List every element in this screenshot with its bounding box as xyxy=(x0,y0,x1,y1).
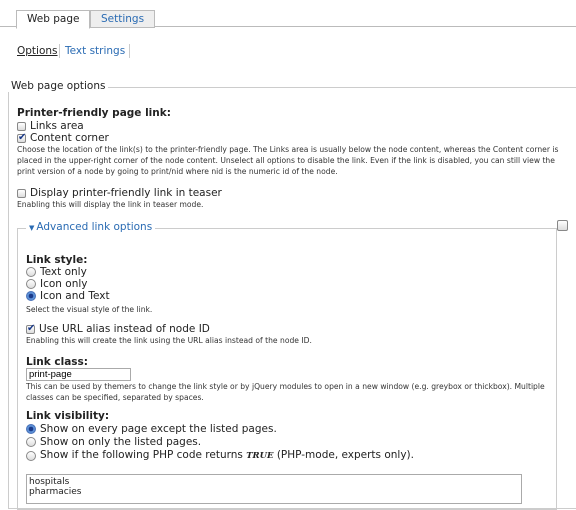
option-show-php[interactable]: Show if the following PHP code returns T… xyxy=(26,449,414,462)
links-area-checkbox[interactable] xyxy=(17,121,26,131)
url-alias-label: Use URL alias instead of node ID xyxy=(39,323,210,335)
teaser-description: Enabling this will display the link in t… xyxy=(17,200,204,209)
printer-link-label: Printer-friendly page link: xyxy=(17,107,171,119)
tab-web-page[interactable]: Web page xyxy=(16,10,91,29)
tab-settings[interactable]: Settings xyxy=(90,10,156,28)
subtab-options[interactable]: Options xyxy=(17,44,58,58)
option-teaser[interactable]: Display printer-friendly link in teaser xyxy=(17,187,222,199)
pages-textarea[interactable]: hospitals pharmacies xyxy=(26,474,522,504)
icon-and-text-label: Icon and Text xyxy=(40,290,110,302)
subtab-separator xyxy=(59,44,60,58)
php-true-code: TRUE xyxy=(246,451,274,461)
link-style-description: Select the visual style of the link. xyxy=(26,305,153,314)
option-content-corner[interactable]: Content corner xyxy=(17,132,109,144)
description-line: placed in the upper-right corner of the … xyxy=(17,156,555,165)
description-line: Choose the location of the link(s) to th… xyxy=(17,145,559,154)
textarea-line: hospitals xyxy=(29,477,70,487)
link-class-description: This can be used by themers to change th… xyxy=(26,381,566,403)
show-only-listed-label: Show on only the listed pages. xyxy=(40,436,202,448)
description-line: classes can be specified, separated by s… xyxy=(26,393,204,402)
text-only-label: Text only xyxy=(40,266,87,278)
show-except-listed-label: Show on every page except the listed pag… xyxy=(40,423,277,435)
content-corner-checkbox[interactable] xyxy=(17,132,26,144)
icon-only-radio[interactable] xyxy=(26,279,36,289)
expand-triangle-icon: ▼ xyxy=(29,224,35,232)
fieldset-toggle-checkbox[interactable] xyxy=(557,220,568,231)
description-line: print version of a node by going to prin… xyxy=(17,167,338,176)
url-alias-checkbox[interactable] xyxy=(26,323,35,335)
links-area-label: Links area xyxy=(30,120,84,132)
content-corner-label: Content corner xyxy=(30,132,109,144)
option-icon-and-text[interactable]: Icon and Text xyxy=(26,290,110,302)
icon-and-text-radio[interactable] xyxy=(26,291,36,301)
url-alias-description: Enabling this will create the link using… xyxy=(26,336,312,345)
web-page-options-legend: Web page options xyxy=(8,80,109,92)
show-only-listed-radio[interactable] xyxy=(26,437,36,447)
advanced-options-legend[interactable]: ▼ Advanced link options xyxy=(26,221,156,233)
option-icon-only[interactable]: Icon only xyxy=(26,278,88,290)
teaser-label: Display printer-friendly link in teaser xyxy=(30,187,222,199)
text-only-radio[interactable] xyxy=(26,267,36,277)
php-label-after: (PHP-mode, experts only). xyxy=(273,449,414,461)
option-show-except-listed[interactable]: Show on every page except the listed pag… xyxy=(26,423,277,435)
option-links-area[interactable]: Links area xyxy=(17,120,84,132)
option-url-alias[interactable]: Use URL alias instead of node ID xyxy=(26,323,210,335)
icon-only-label: Icon only xyxy=(40,278,88,290)
link-visibility-label: Link visibility: xyxy=(26,410,110,422)
option-text-only[interactable]: Text only xyxy=(26,266,87,278)
option-show-only-listed[interactable]: Show on only the listed pages. xyxy=(26,436,201,448)
subtab-separator xyxy=(129,44,130,58)
link-class-input[interactable] xyxy=(26,368,131,381)
link-class-label: Link class: xyxy=(26,356,89,368)
description-line: This can be used by themers to change th… xyxy=(26,382,545,391)
textarea-line: pharmacies xyxy=(29,487,82,497)
subtab-text-strings[interactable]: Text strings xyxy=(65,44,125,58)
php-label-before: Show if the following PHP code returns xyxy=(40,449,247,461)
show-except-listed-radio[interactable] xyxy=(26,424,36,434)
show-php-radio[interactable] xyxy=(26,450,36,461)
link-style-label: Link style: xyxy=(26,254,88,266)
advanced-options-legend-text: Advanced link options xyxy=(36,221,153,233)
teaser-checkbox[interactable] xyxy=(17,188,26,198)
show-php-label: Show if the following PHP code returns T… xyxy=(40,449,414,462)
printer-link-description: Choose the location of the link(s) to th… xyxy=(17,144,573,177)
